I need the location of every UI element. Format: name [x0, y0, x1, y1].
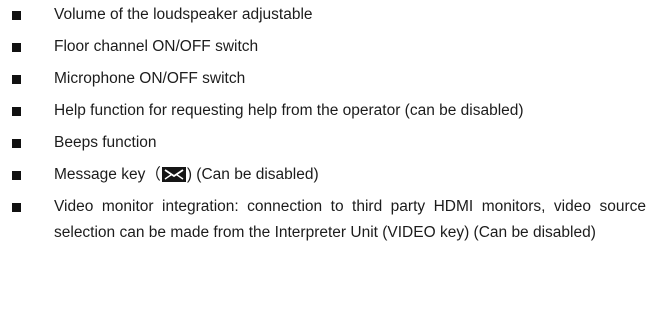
- list-item-text-before-icon: Message key（: [54, 166, 161, 183]
- list-item-microphone-switch: Microphone ON/OFF switch: [0, 66, 662, 92]
- bullet-icon: [12, 75, 21, 84]
- bullet-icon: [12, 11, 21, 20]
- list-item-beeps-function: Beeps function: [0, 130, 662, 156]
- list-item-text: Floor channel ON/OFF switch: [54, 38, 259, 55]
- bullet-icon: [12, 203, 21, 212]
- feature-list: Volume of the loudspeaker adjustable Flo…: [0, 2, 662, 252]
- bullet-icon: [12, 107, 21, 116]
- bullet-icon: [12, 139, 21, 148]
- list-item-text: Help function for requesting help from t…: [54, 102, 524, 119]
- list-item-text: Microphone ON/OFF switch: [54, 70, 246, 87]
- list-item-help-function: Help function for requesting help from t…: [0, 98, 662, 124]
- list-item-text: Volume of the loudspeaker adjustable: [54, 6, 313, 23]
- list-item-video-monitor-integration: Video monitor integration: connection to…: [0, 194, 662, 246]
- list-item-text: Video monitor integration: connection to…: [54, 198, 646, 241]
- list-item-loudspeaker-volume: Volume of the loudspeaker adjustable: [0, 2, 662, 28]
- envelope-icon: [161, 167, 186, 182]
- bullet-icon: [12, 43, 21, 52]
- bullet-icon: [12, 171, 21, 180]
- list-item-floor-channel-switch: Floor channel ON/OFF switch: [0, 34, 662, 60]
- list-item-text-after-icon: ) (Can be disabled): [186, 166, 319, 183]
- list-item-text: Beeps function: [54, 134, 157, 151]
- list-item-message-key: Message key（ ) (Can be disabled): [0, 162, 662, 188]
